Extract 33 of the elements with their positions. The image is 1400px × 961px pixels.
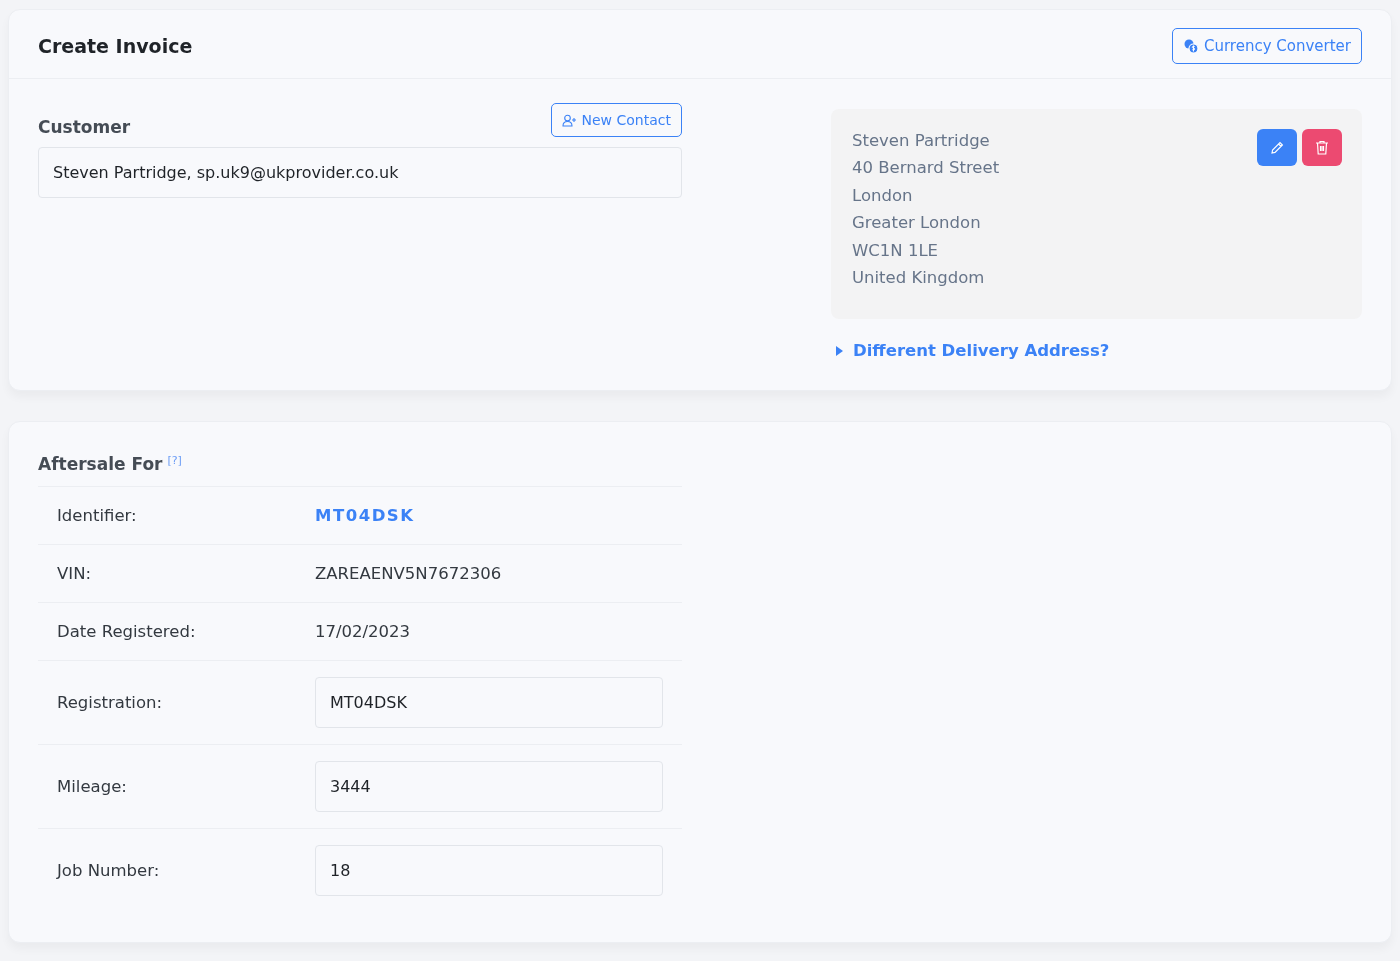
customer-field[interactable]: Steven Partridge, sp.uk9@ukprovider.co.uk <box>38 147 682 198</box>
edit-button[interactable] <box>1257 129 1297 166</box>
new-contact-button[interactable]: New Contact <box>550 103 682 137</box>
address-line: United Kingdom <box>852 267 986 290</box>
row-label: VIN: <box>57 564 93 583</box>
row-label: Mileage: <box>57 777 128 796</box>
address-line: London <box>852 184 914 207</box>
aftersale-title: Aftersale For <box>38 454 163 474</box>
input-field[interactable]: MT04DSK <box>315 677 663 728</box>
row-label: Identifier: <box>57 506 138 525</box>
address-line: WC1N 1LE <box>852 239 940 262</box>
input-field[interactable]: 3444 <box>315 761 663 812</box>
page-title: Create Invoice <box>38 35 193 57</box>
currency-converter-button[interactable]: Currency Converter <box>1171 28 1362 64</box>
row-value: 17/02/2023 <box>315 622 411 641</box>
row-label: Job Number: <box>57 861 161 880</box>
address-line: Steven Partridge <box>852 130 991 152</box>
customer-label: Customer <box>38 117 131 137</box>
trash-icon <box>1315 140 1329 155</box>
identifier-link[interactable]: MT04DSK <box>315 506 415 525</box>
row-value: ZAREAENV5N7672306 <box>315 564 502 583</box>
row-label: Date Registered: <box>57 622 197 641</box>
caret-icon <box>835 344 844 357</box>
coins-icon <box>1182 38 1199 54</box>
delivery-address-toggle[interactable]: Different Delivery Address? <box>831 341 1114 360</box>
address-line: Greater London <box>852 212 982 235</box>
help-link[interactable]: [?] <box>167 454 182 467</box>
address-line: 40 Bernard Street <box>852 157 1000 180</box>
add-user-icon <box>561 113 577 127</box>
input-field[interactable]: 18 <box>315 845 663 896</box>
delete-button[interactable] <box>1302 129 1342 166</box>
pencil-icon <box>1269 139 1285 156</box>
row-label: Registration: <box>57 693 164 712</box>
